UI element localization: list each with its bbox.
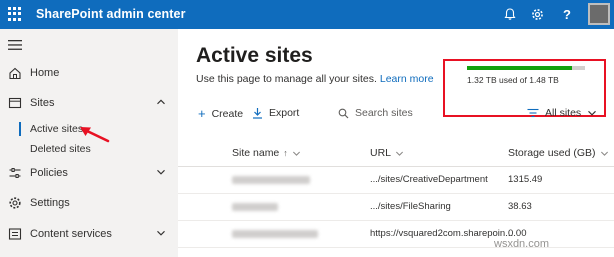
column-header-url[interactable]: URL <box>370 147 404 159</box>
policies-icon <box>9 168 21 178</box>
row-storage: 1315.49 <box>508 174 543 185</box>
blurred-site-name <box>232 230 318 238</box>
nav-item-content-services[interactable]: Content services <box>0 222 178 248</box>
hamburger-icon[interactable] <box>8 39 22 51</box>
search-placeholder: Search sites <box>355 107 413 119</box>
chevron-up-icon[interactable] <box>156 97 166 107</box>
export-label: Export <box>269 107 300 119</box>
table-header: Site name ↑ URL Storage used (GB) <box>178 141 614 167</box>
waffle-icon[interactable] <box>8 7 22 21</box>
nav-item-label: Home <box>30 67 60 79</box>
main-content: Active sites Use this page to manage all… <box>178 29 614 257</box>
chevron-down-icon[interactable] <box>156 228 166 238</box>
gear-icon <box>9 197 21 209</box>
download-icon <box>253 108 262 119</box>
help-icon[interactable]: ? <box>557 4 577 24</box>
sort-ascending-icon: ↑ <box>283 148 288 158</box>
export-button[interactable]: Export <box>252 107 299 119</box>
home-icon <box>9 67 21 80</box>
storage-bar-fill <box>467 66 573 70</box>
nav-item-label: Policies <box>30 167 68 179</box>
nav-item-home[interactable]: Home <box>0 61 178 87</box>
plus-icon: + <box>198 106 206 121</box>
blurred-site-name <box>232 203 278 211</box>
nav-item-sites[interactable]: Sites <box>0 91 178 117</box>
column-label: Storage used (GB) <box>508 147 596 159</box>
gear-icon[interactable] <box>527 4 547 24</box>
chevron-down-icon[interactable] <box>156 167 166 177</box>
row-url[interactable]: .../sites/CreativeDepartment <box>370 174 488 185</box>
watermark: wsxdn.com <box>494 238 550 250</box>
filter-label: All sites <box>545 107 582 119</box>
row-storage: 38.63 <box>508 201 532 212</box>
column-label: Site name <box>232 147 280 159</box>
create-button[interactable]: + Create <box>198 107 243 120</box>
filter-lines-icon <box>527 108 539 118</box>
command-bar: + Create Export Search sites All sites <box>178 103 614 127</box>
table-row[interactable]: .../sites/CreativeDepartment 1315.49 <box>178 167 614 194</box>
nav-item-settings[interactable]: Settings <box>0 191 178 217</box>
nav-item-label: Settings <box>30 197 70 209</box>
page-description: Use this page to manage all your sites. … <box>196 73 434 85</box>
chevron-down-icon <box>396 151 404 156</box>
avatar[interactable] <box>588 3 610 25</box>
table-row[interactable]: .../sites/FileSharing 38.63 <box>178 194 614 221</box>
filter-dropdown[interactable]: All sites <box>527 107 603 119</box>
chevron-down-icon <box>588 110 597 116</box>
search-icon <box>338 108 349 118</box>
column-header-site-name[interactable]: Site name ↑ <box>232 147 301 159</box>
top-bar: SharePoint admin center ? <box>0 0 614 29</box>
chevron-down-icon <box>600 151 608 156</box>
learn-more-link[interactable]: Learn more <box>380 73 434 85</box>
page-title: Active sites <box>196 44 313 67</box>
storage-label: 1.32 TB used of 1.48 TB <box>467 75 559 85</box>
nav-item-label: Sites <box>30 97 55 109</box>
description-text: Use this page to manage all your sites. <box>196 73 377 85</box>
annotation-arrow-icon <box>80 127 110 143</box>
bell-icon[interactable] <box>500 4 520 24</box>
content-services-icon <box>8 228 22 240</box>
selection-indicator <box>19 122 21 136</box>
app-title[interactable]: SharePoint admin center <box>36 7 186 21</box>
column-label: URL <box>370 147 392 159</box>
search-box[interactable]: Search sites <box>338 107 413 119</box>
nav-item-label: Content services <box>30 228 112 240</box>
storage-bar <box>467 66 585 70</box>
row-url[interactable]: https://vsquared2com.sharepoin... <box>370 228 513 239</box>
chevron-down-icon <box>292 151 300 156</box>
row-url[interactable]: .../sites/FileSharing <box>370 201 451 212</box>
sites-icon <box>8 97 22 109</box>
create-label: Create <box>211 107 244 120</box>
nav-item-policies[interactable]: Policies <box>0 161 178 187</box>
blurred-site-name <box>232 176 310 184</box>
column-header-storage-used[interactable]: Storage used (GB) <box>508 147 609 159</box>
